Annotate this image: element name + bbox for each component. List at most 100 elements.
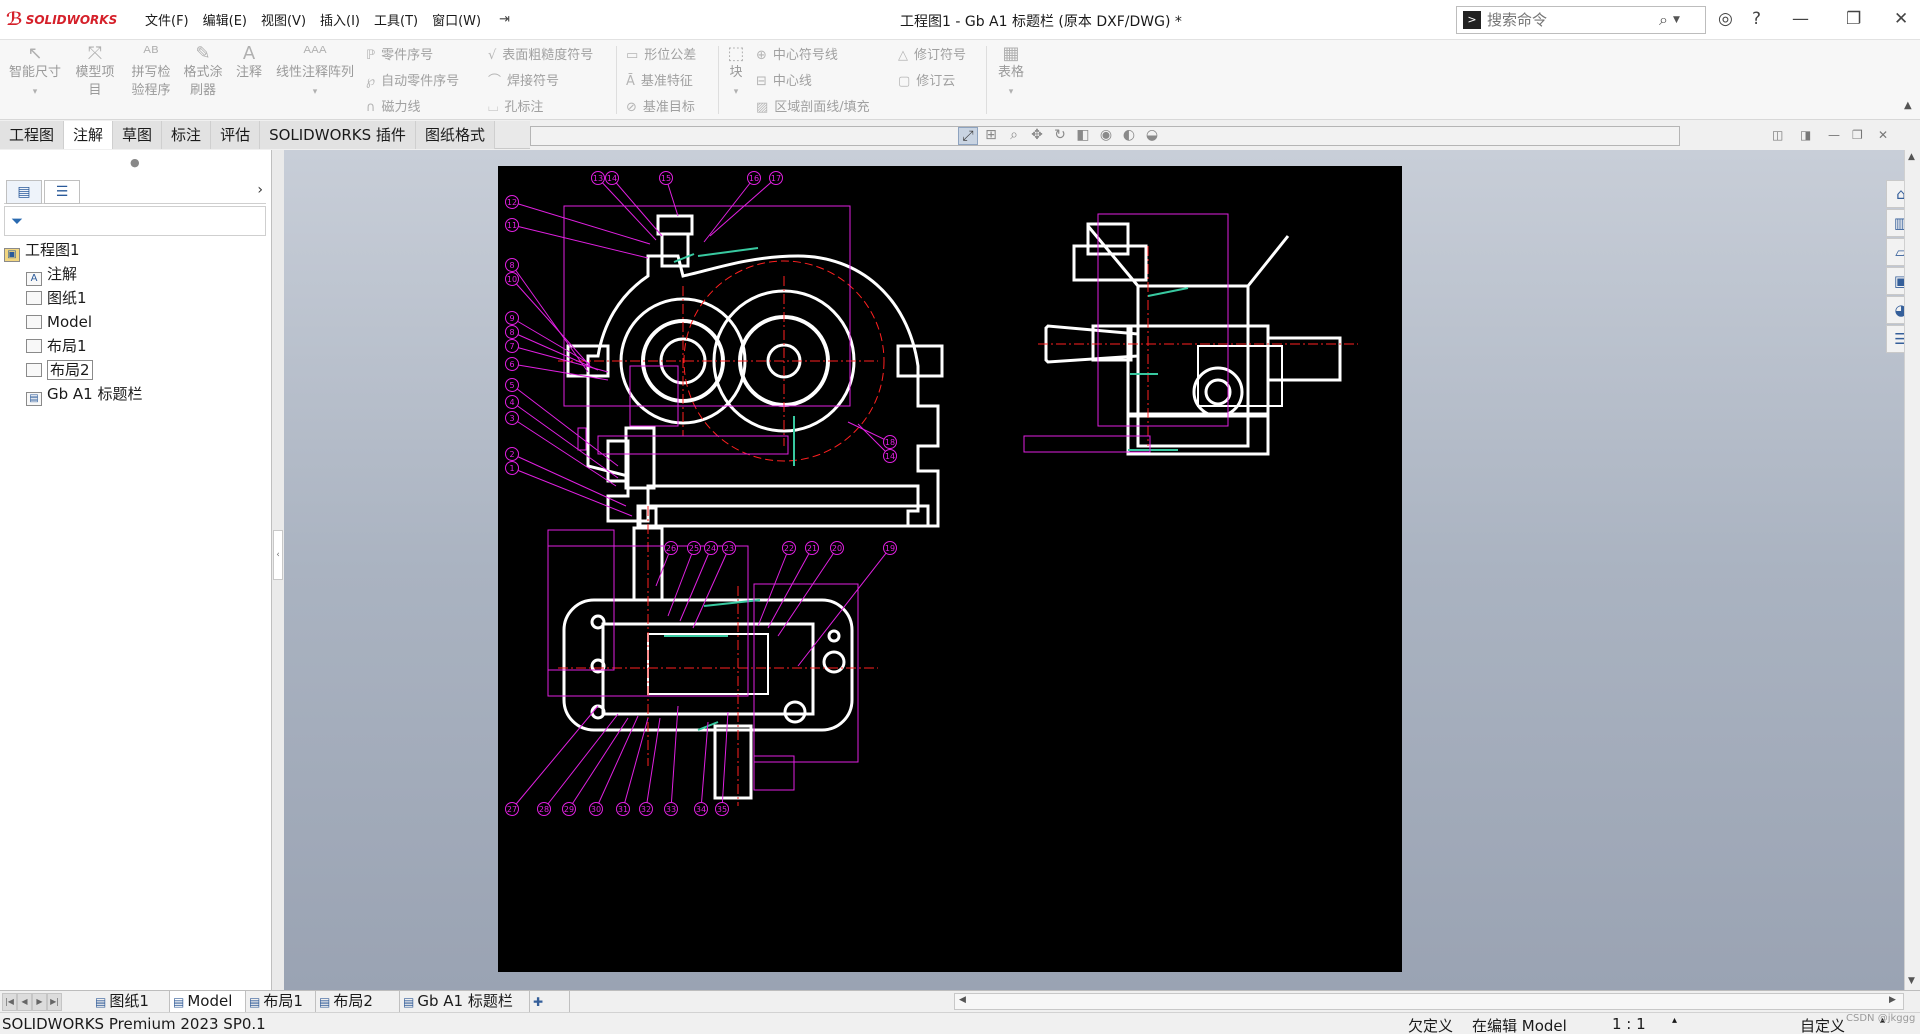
zoom-in-out-icon[interactable]: ⌕ [1004,127,1024,145]
hole-callout-button[interactable]: ⌴ 孔标注 [488,96,543,115]
scroll-right-icon[interactable]: ▶ [1889,995,1896,1005]
revision-cloud-button[interactable]: ▢ 修订云 [898,70,955,89]
balloon-label: 6 [509,360,514,369]
minimize-icon[interactable]: — [1792,9,1809,29]
centerline-button[interactable]: ⊟ 中心线 [756,70,812,89]
sheet-scale[interactable]: 1 : 1 [1612,1015,1646,1033]
tab-drawing[interactable]: 工程图 [0,121,65,149]
menu-tools[interactable]: 工具(T) [367,10,425,29]
smart-dimension-button[interactable]: ↖ 智能尺寸 ▾ [6,44,64,102]
hide-show-icon[interactable]: ◐ [1119,127,1139,145]
help-icon[interactable]: ? [1752,9,1761,29]
auto-balloon-button[interactable]: ℘ 自动零件序号 [366,70,459,89]
next-sheet-icon[interactable]: ▶ [32,993,47,1011]
spell-checker-button[interactable]: ᴬᴮ 拼写检 验程序 [126,44,176,100]
tree-item-annotations[interactable]: A 注解 [4,262,266,286]
area-hatch-button[interactable]: ▨ 区域剖面线/填充 [756,96,870,115]
tree-item-sheet1[interactable]: 图纸1 [4,286,266,310]
leader-line [757,547,790,627]
user-icon[interactable]: ◎ [1718,9,1733,29]
scroll-up-icon[interactable]: ▲ [1908,152,1915,162]
surface-finish-button[interactable]: √ 表面粗糙度符号 [488,44,593,63]
sheet-tab-sheet1[interactable]: ▤ 图纸1 [92,991,170,1013]
menu-file[interactable]: 文件(F) [138,10,196,29]
panel-tabs: ▤ ☰ [4,180,266,204]
collapse-panel-icon[interactable]: ‹ [273,530,283,580]
blocks-button[interactable]: ⬚ 块 ▾ [724,44,748,102]
tab-addins[interactable]: SOLIDWORKS 插件 [260,121,416,149]
chevron-down-icon[interactable]: ▼ [1673,15,1680,25]
menu-edit[interactable]: 编辑(E) [196,10,254,29]
last-sheet-icon[interactable]: ▶| [47,993,62,1011]
property-manager-tab-icon[interactable]: ☰ [44,180,80,204]
format-painter-button[interactable]: ✎ 格式涂 刷器 [178,44,228,100]
feature-manager-tab-icon[interactable]: ▤ [6,180,42,204]
tree-item-title-block[interactable]: ▤ Gb A1 标题栏 [4,382,266,406]
tile-right-icon[interactable]: ◨ [1800,128,1811,142]
scale-up-icon[interactable]: ▴ [1672,1015,1677,1026]
geometric-tolerance-button[interactable]: ▭ 形位公差 [626,44,696,63]
horizontal-scrollbar[interactable]: ◀ ▶ [954,993,1904,1010]
panel-splitter[interactable]: ‹ [272,150,284,990]
center-mark-button[interactable]: ⊕ 中心符号线 [756,44,838,63]
scroll-down-icon[interactable]: ▼ [1908,976,1915,986]
display-style-icon[interactable]: ◉ [1096,127,1116,145]
tab-sketch[interactable]: 草图 [113,121,163,149]
revision-symbol-button[interactable]: △ 修订符号 [898,44,966,63]
search-icon[interactable]: ⌕ [1659,10,1668,30]
scroll-left-icon[interactable]: ◀ [959,995,966,1005]
menu-window[interactable]: 窗口(W) [425,10,488,29]
model-items-button[interactable]: ⤧ 模型项目 [70,44,120,100]
unit-system[interactable]: 自定义 [1800,1015,1845,1034]
balloon-button[interactable]: ℙ 零件序号 [366,44,433,63]
tree-item-layout2[interactable]: 布局2 [4,358,266,382]
tree-filter[interactable]: ⏷ [4,206,266,236]
note-button[interactable]: A 注释 [232,44,266,82]
sheet-tab-model[interactable]: ▤ Model [170,991,246,1013]
tree-item-layout1[interactable]: 布局1 [4,334,266,358]
menu-insert[interactable]: 插入(I) [313,10,367,29]
tree-root-drawing[interactable]: ▣ 工程图1 [4,238,266,262]
add-sheet-button[interactable]: ✚ [530,991,570,1013]
doc-restore-icon[interactable]: ❐ [1852,128,1863,142]
tab-dimension[interactable]: 标注 [162,121,212,149]
surface-finish-icon: √ [488,48,497,63]
chevron-right-icon[interactable]: › [257,182,263,198]
tile-left-icon[interactable]: ◫ [1772,128,1783,142]
magnetic-line-button[interactable]: ∩ 磁力线 [366,96,421,115]
doc-close-icon[interactable]: ✕ [1878,128,1888,142]
sheet-tab-title-block[interactable]: ▤ Gb A1 标题栏 [400,991,530,1013]
appearance-icon[interactable]: ◒ [1142,127,1162,145]
drawing-sheet[interactable]: 13 14 15 16 17 12 11 8 10 9 8 7 6 5 4 3 2 1 18 14 26 25 24 23 22… [498,166,1402,972]
sheet-tab-layout2[interactable]: ▤ 布局2 [316,991,400,1013]
weld-symbol-button[interactable]: ⌒ 焊接符号 [488,70,559,89]
datum-target-button[interactable]: ⊘ 基准目标 [626,96,695,115]
restore-icon[interactable]: ❐ [1846,9,1861,29]
solidworks-logo[interactable]: ℬ SOLIDWORKS [0,9,138,30]
balloon-label: 15 [661,174,671,183]
tab-annotation[interactable]: 注解 [64,121,114,149]
pan-icon[interactable]: ✥ [1027,127,1047,145]
section-view-icon[interactable]: ◧ [1073,127,1093,145]
vertical-scrollbar[interactable]: ▲ ▼ [1904,150,1920,990]
zoom-to-fit-icon[interactable]: ⤢ [958,127,978,145]
menu-view[interactable]: 视图(V) [254,10,313,29]
doc-minimize-icon[interactable]: — [1828,128,1840,142]
tree-item-model[interactable]: Model [4,310,266,334]
sheet-tab-layout1[interactable]: ▤ 布局1 [246,991,316,1013]
tab-evaluate[interactable]: 评估 [211,121,261,149]
linear-note-pattern-button[interactable]: ᴬᴬᴬ 线性注释阵列 ▾ [272,44,358,102]
close-icon[interactable]: ✕ [1894,9,1908,29]
zoom-area-icon[interactable]: ⊞ [981,127,1001,145]
rotate-icon[interactable]: ↻ [1050,127,1070,145]
datum-feature-button[interactable]: Ā 基准特征 [626,70,693,89]
prev-sheet-icon[interactable]: ◀ [17,993,32,1011]
search-input[interactable] [1487,11,1657,29]
first-sheet-icon[interactable]: |◀ [2,993,17,1011]
collapse-ribbon-icon[interactable]: ▲ [1904,100,1912,111]
search-box[interactable]: > ⌕ ▼ [1456,6,1706,34]
panel-grip-icon[interactable]: ● [130,156,140,169]
pin-icon[interactable]: ⇥ [492,12,517,27]
tables-button[interactable]: ▦ 表格 ▾ [994,44,1028,102]
tab-sheet-format[interactable]: 图纸格式 [415,121,495,149]
